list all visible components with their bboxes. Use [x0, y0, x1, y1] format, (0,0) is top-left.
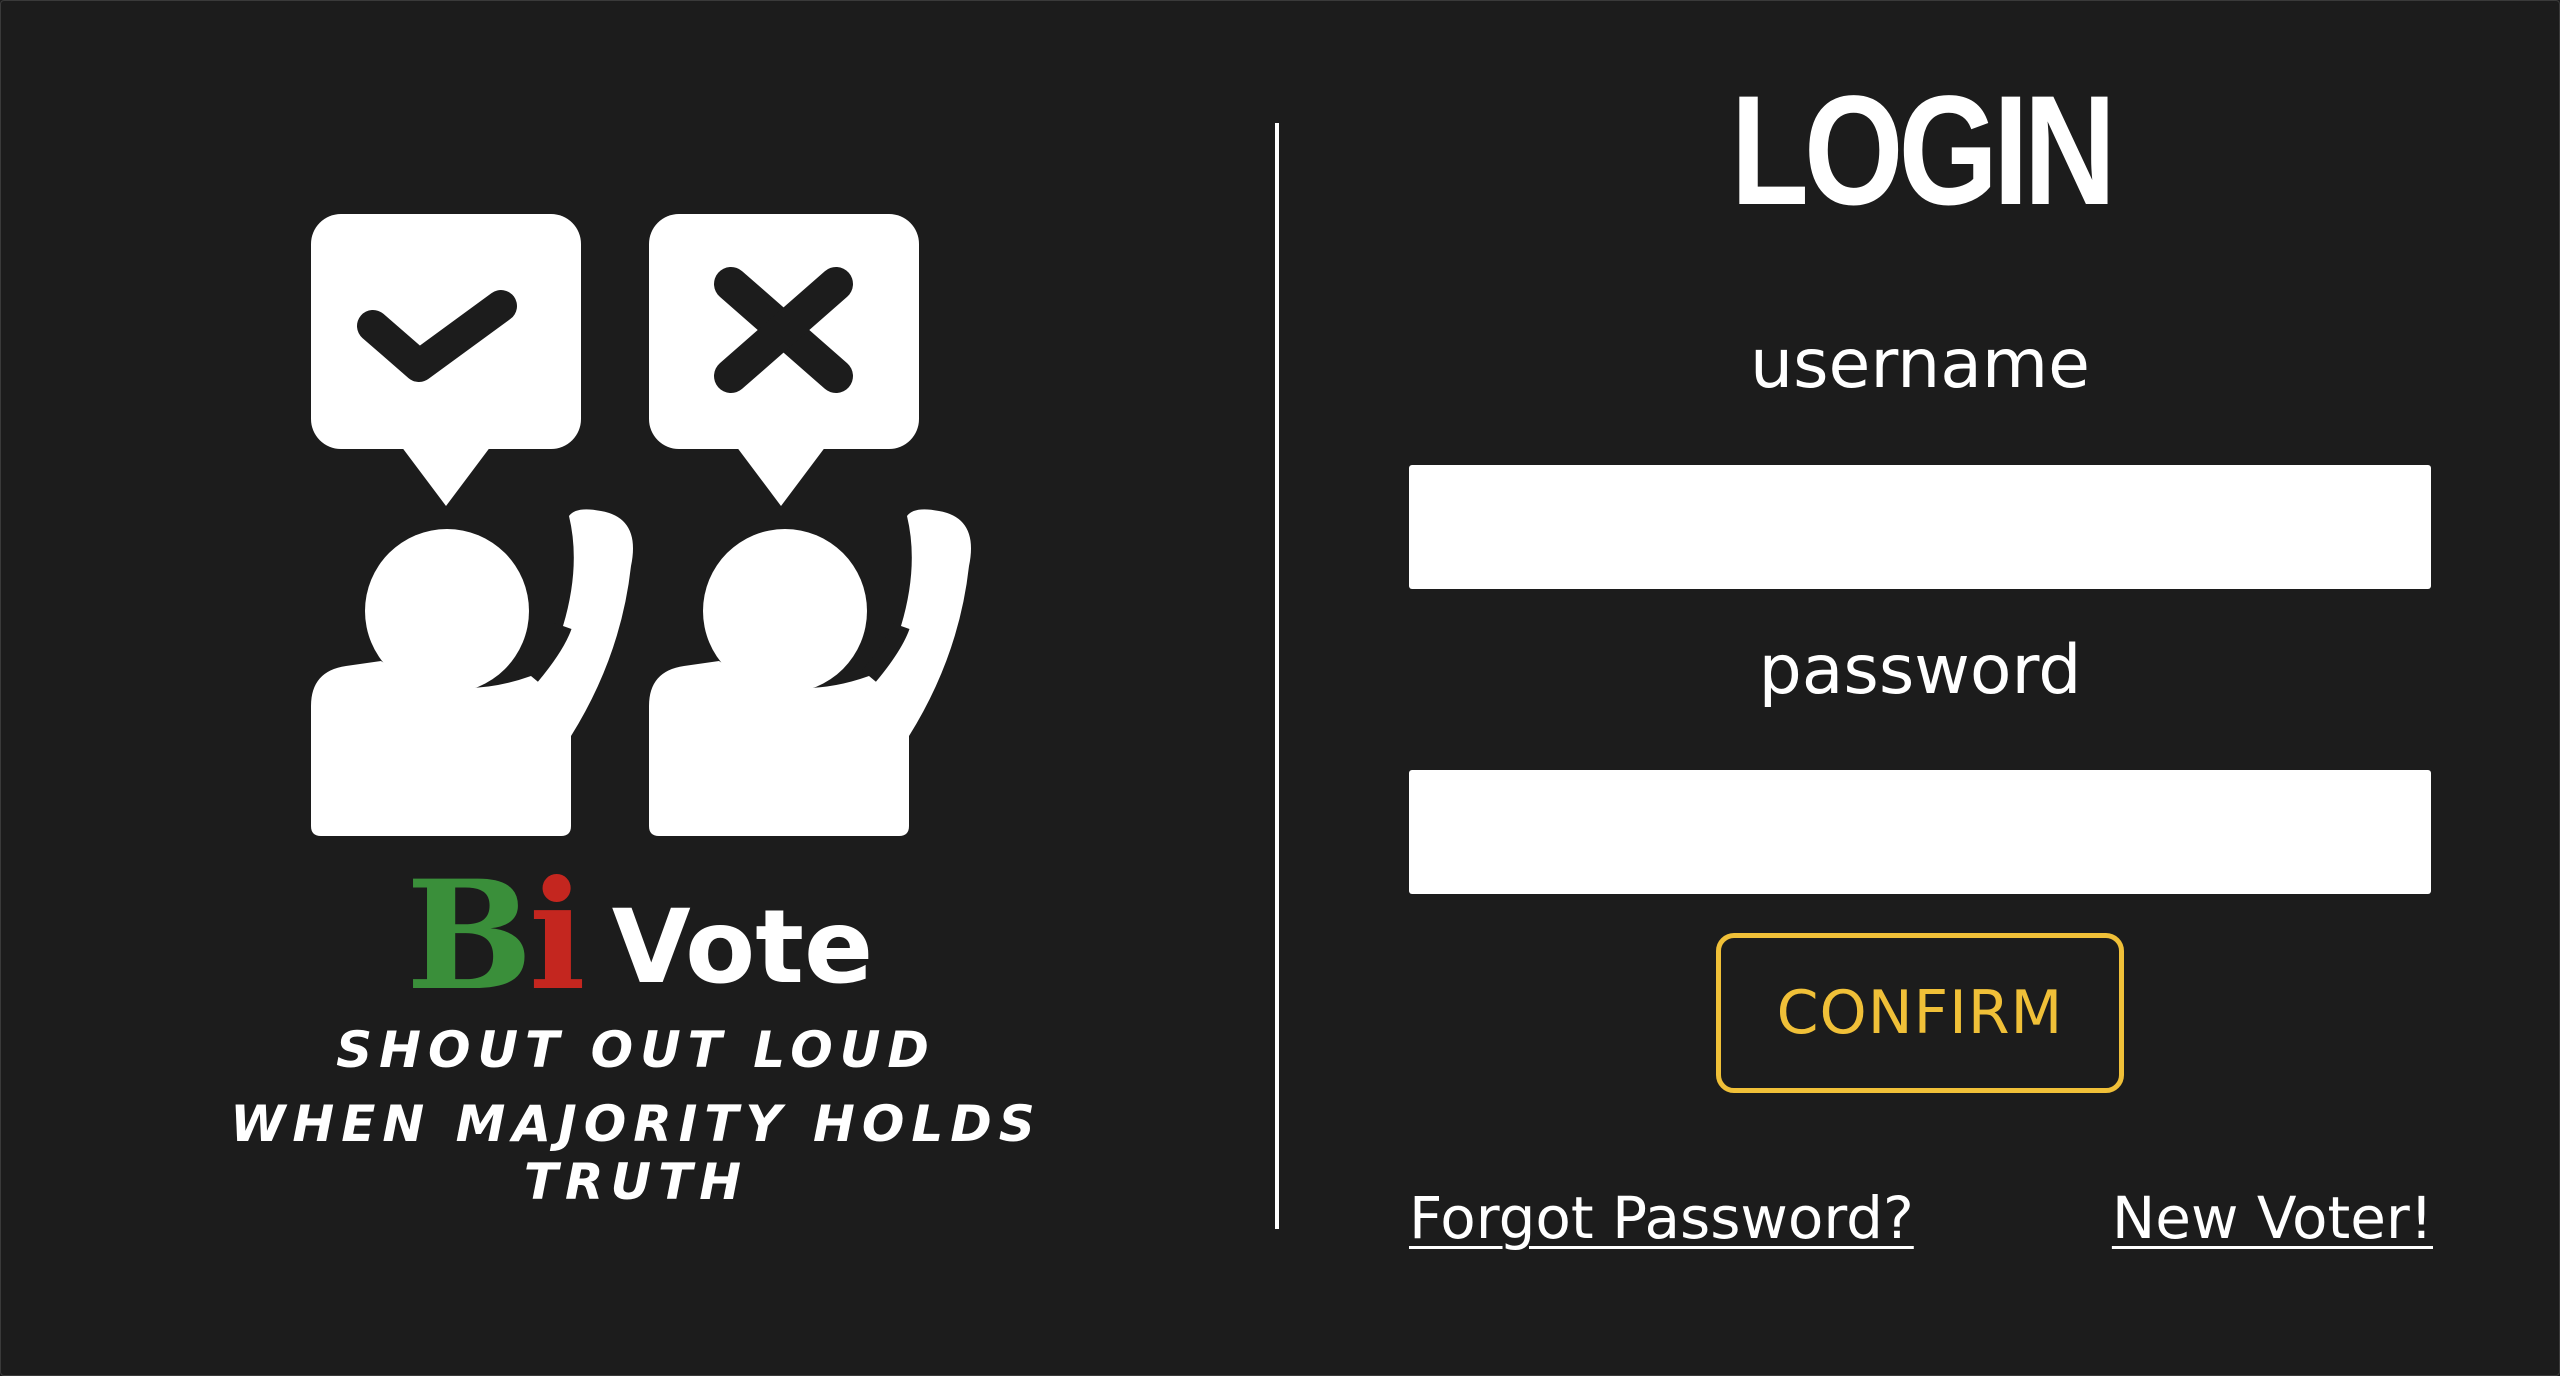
brand-panel: B i Vote Shout out loud When majority ho… [1, 1, 1276, 1375]
confirm-button[interactable]: CONFIRM [1716, 933, 2124, 1093]
username-label: username [1750, 325, 2090, 404]
password-label: password [1758, 631, 2082, 710]
password-input[interactable] [1409, 770, 2431, 894]
username-input[interactable] [1409, 465, 2431, 589]
brand-name-b: B [406, 848, 533, 1024]
new-voter-link[interactable]: New Voter! [2112, 1189, 2433, 1247]
forgot-password-link[interactable]: Forgot Password? [1409, 1189, 1914, 1247]
raised-hand-person-icon [649, 509, 971, 836]
bivote-logo-icon [311, 214, 971, 836]
brand-name: B i Vote [406, 861, 873, 1011]
x-bubble-icon [649, 214, 919, 506]
login-title: LOGIN [1730, 64, 2116, 238]
check-bubble-icon [311, 214, 581, 506]
tagline-line-1: Shout out loud [336, 1021, 936, 1079]
brand-name-i: i [528, 848, 586, 1024]
tagline-line-2: When majority holds truth [230, 1095, 1042, 1211]
raised-hand-person-icon [311, 509, 633, 836]
login-page: B i Vote Shout out loud When majority ho… [0, 0, 2560, 1376]
vertical-divider [1275, 123, 1279, 1229]
brand-name-vote: Vote [611, 888, 874, 1007]
